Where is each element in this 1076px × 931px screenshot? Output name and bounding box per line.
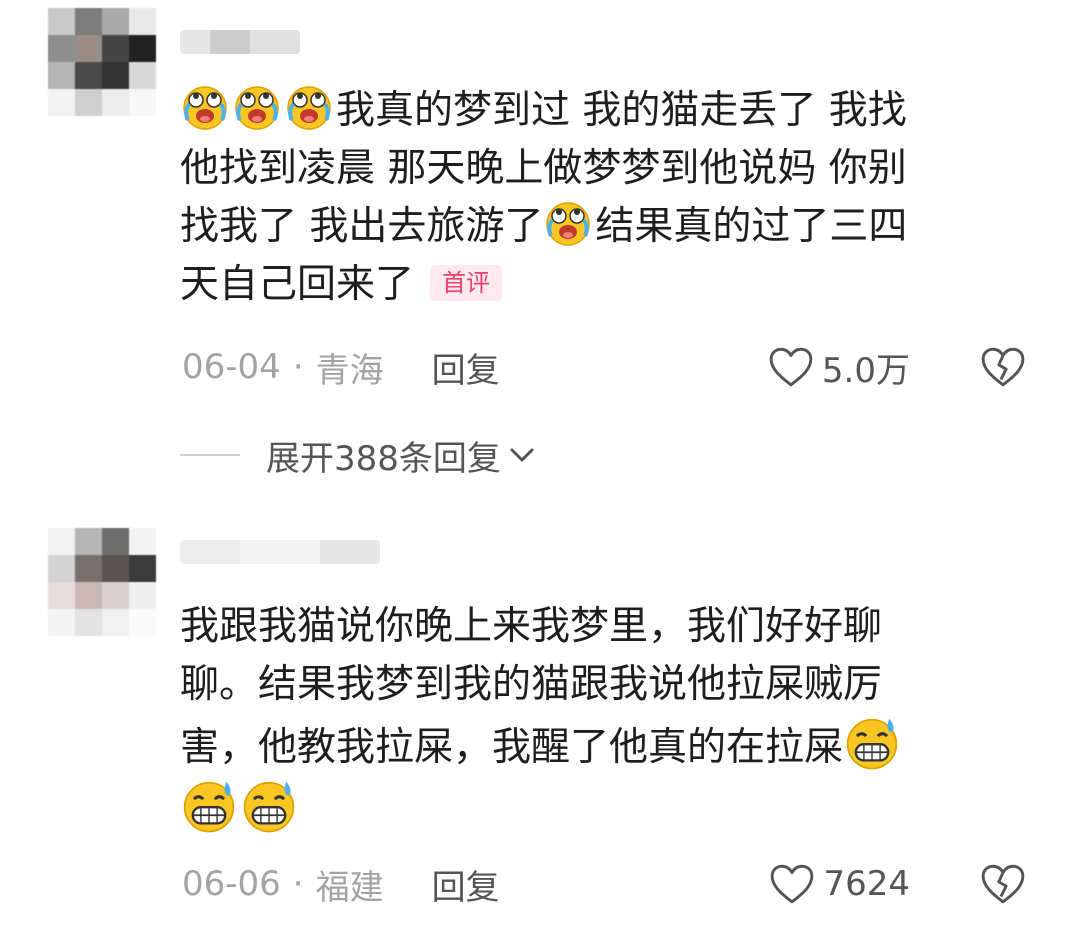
- comment-line-text: 天自己回来了: [180, 262, 415, 307]
- like-count: 5.0万: [821, 350, 910, 391]
- grinning-sweat-emoji: [240, 777, 298, 835]
- crying-laughing-emoji: [284, 82, 334, 132]
- heart-icon: [769, 863, 815, 905]
- comment-line-text: 害，他教我拉屎，我醒了他真的在拉屎: [180, 725, 844, 770]
- comment-line: 他找到凌晨 那天晚上做梦梦到他说妈 你别: [180, 146, 907, 191]
- comment-line-text: 结果真的过了三四: [595, 204, 908, 249]
- like-count: 7624: [823, 864, 910, 904]
- expand-replies-button[interactable]: 展开388条回复: [180, 430, 537, 480]
- comment-location: 青海: [315, 350, 384, 391]
- comment-meta: 06-06 · 福建 回复 7624: [182, 860, 1026, 909]
- comment-line: 聊。结果我梦到我的猫跟我说他拉屎贼厉: [180, 662, 883, 707]
- comment-date: 06-06: [182, 864, 281, 904]
- dislike-broken-heart-icon[interactable]: [980, 346, 1026, 388]
- comment-meta: 06-04 · 青海 回复 5.0万: [182, 343, 1026, 392]
- avatar[interactable]: [48, 8, 156, 116]
- comment-date: 06-04: [182, 347, 281, 387]
- username-blurred[interactable]: [180, 30, 300, 54]
- grinning-sweat-emoji: [180, 777, 238, 835]
- reply-button[interactable]: 回复: [432, 860, 500, 909]
- comment-line-text: 我真的梦到过 我的猫走丢了 我找: [336, 88, 907, 133]
- comment-line: [180, 777, 1030, 840]
- like-button[interactable]: 7624: [769, 863, 910, 905]
- heart-icon: [768, 346, 814, 388]
- comment-line-text: 找我了 我出去旅游了: [180, 204, 544, 249]
- reply-button[interactable]: 回复: [432, 343, 500, 392]
- like-button[interactable]: 5.0万: [768, 343, 910, 392]
- crying-laughing-emoji: [232, 82, 282, 132]
- grinning-sweat-emoji: [843, 714, 901, 772]
- comment-text: 我跟我猫说你晚上来我梦里，我们好好聊 聊。结果我梦到我的猫跟我说他拉屎贼厉 害，…: [180, 598, 1030, 840]
- comment-line: 天自己回来了 首评: [180, 256, 1030, 314]
- first-comment-badge: 首评: [430, 265, 503, 301]
- comment-line: 我真的梦到过 我的猫走丢了 我找: [180, 82, 1030, 140]
- comment-text: 我真的梦到过 我的猫走丢了 我找 他找到凌晨 那天晚上做梦梦到他说妈 你别 找我…: [180, 82, 1030, 314]
- username-blurred[interactable]: [180, 540, 380, 564]
- comment-item: 我真的梦到过 我的猫走丢了 我找 他找到凌晨 那天晚上做梦梦到他说妈 你别 找我…: [0, 0, 1076, 420]
- expand-replies-label: 展开388条回复: [266, 438, 501, 479]
- dislike-broken-heart-icon[interactable]: [980, 863, 1026, 905]
- crying-laughing-emoji: [180, 82, 230, 132]
- meta-separator: ·: [292, 347, 304, 387]
- comment-line: 害，他教我拉屎，我醒了他真的在拉屎: [180, 714, 1030, 777]
- comment-line: 我跟我猫说你晚上来我梦里，我们好好聊: [180, 604, 883, 649]
- crying-laughing-emoji: [543, 198, 593, 248]
- meta-separator: ·: [292, 864, 304, 904]
- comment-item: 我跟我猫说你晚上来我梦里，我们好好聊 聊。结果我梦到我的猫跟我说他拉屎贼厉 害，…: [0, 500, 1076, 931]
- comment-line: 找我了 我出去旅游了 结果真的过了三四: [180, 198, 1030, 256]
- avatar[interactable]: [48, 528, 156, 636]
- divider: [180, 454, 240, 456]
- chevron-down-icon: [510, 448, 534, 462]
- comment-location: 福建: [315, 867, 384, 908]
